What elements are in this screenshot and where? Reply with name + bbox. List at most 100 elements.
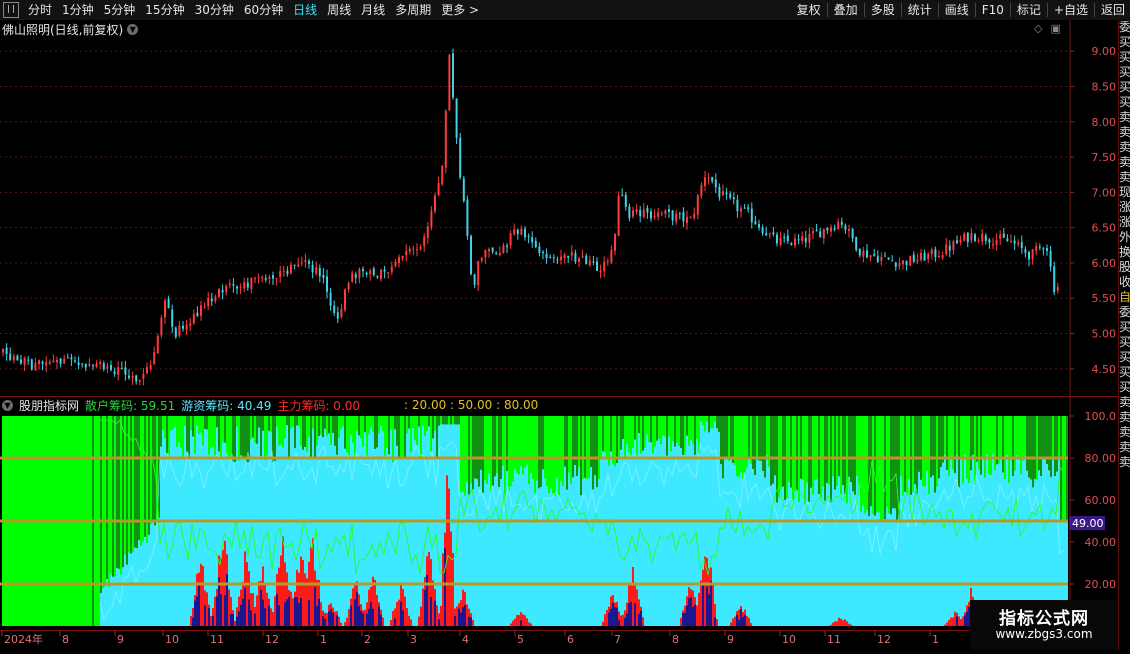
main-force-core-bar (370, 601, 372, 626)
hot-money-bar (414, 439, 416, 626)
candle-body (754, 221, 757, 225)
hot-money-bar (568, 472, 570, 626)
hot-money-bar (682, 454, 684, 626)
candle-body (938, 256, 940, 258)
candle-body (999, 234, 1002, 239)
candle-body (912, 254, 915, 262)
toolbar-button-7[interactable]: 标记 (1012, 0, 1046, 20)
candle-body (707, 177, 710, 179)
date-tick-label: 6 (567, 633, 574, 646)
tab-1[interactable]: 分时 (23, 0, 57, 20)
toolbar-button-4[interactable]: 统计 (903, 0, 937, 20)
candle-body (466, 199, 469, 236)
hot-money-bar (918, 471, 920, 626)
hot-money-bar (678, 445, 680, 626)
tab-2[interactable]: 1分钟 (57, 0, 99, 20)
toolbar-button-8[interactable]: +自选 (1049, 0, 1093, 20)
candle-body (84, 363, 87, 368)
candle-body (639, 210, 642, 217)
main-force-bar (390, 620, 392, 626)
price-tick-label: 7.00 (1092, 186, 1117, 199)
toolbar-divider (937, 3, 939, 17)
candle-body (351, 272, 354, 282)
candle-body (264, 278, 267, 280)
tab-10[interactable]: 多周期 (390, 0, 436, 20)
tab-3[interactable]: 5分钟 (99, 0, 141, 20)
candle-body (268, 276, 271, 279)
candle-body (38, 360, 40, 365)
main-force-bar (846, 621, 848, 626)
period-tabs: 分时 1分钟 5分钟 15分钟 30分钟 60分钟 日线 周线 月线 多周期 更多 > (0, 0, 484, 20)
candle-body (628, 206, 631, 219)
candle-body (621, 195, 624, 197)
tab-7[interactable]: 日线 (288, 0, 322, 20)
diamond-icon[interactable]: ◇ (1034, 22, 1042, 35)
candle-body (437, 182, 440, 196)
main-force-bar (842, 620, 844, 626)
candle-body (214, 296, 217, 302)
tab-5[interactable]: 30分钟 (190, 0, 239, 20)
toolbar-button-2[interactable]: 叠加 (829, 0, 863, 20)
candle-body (966, 232, 969, 242)
candle-body (588, 260, 591, 266)
kline-chart[interactable]: 9.00 8.50 8.00 7.50 7.00 6.50 6.00 5.50 5.00 4.50 (0, 20, 1118, 396)
candle-body (815, 230, 818, 232)
tab-11[interactable]: 更多 > (436, 0, 484, 20)
candle-body (768, 233, 771, 235)
tab-6[interactable]: 60分钟 (239, 0, 288, 20)
toolbar-button-9[interactable]: 返回 (1096, 0, 1130, 20)
candle-body (455, 98, 458, 138)
main-force-core-bar (430, 596, 432, 626)
toolbar-button-5[interactable]: 画线 (940, 0, 974, 20)
main-force-core-bar (608, 612, 610, 626)
hot-money-bar (854, 494, 856, 626)
hot-money-bar (378, 433, 380, 626)
main-force-bar (526, 618, 528, 626)
main-force-core-bar (380, 614, 382, 626)
main-force-bar (840, 618, 842, 626)
hot-money-bar (342, 426, 344, 626)
chevron-down-icon[interactable]: ▼ (127, 23, 139, 35)
main-force-core-bar (318, 598, 320, 626)
hot-money-bar (722, 478, 724, 626)
main-force-bar (406, 608, 408, 626)
candle-body (646, 208, 649, 213)
main-chart-bg (0, 20, 1118, 396)
hot-money-bar (656, 440, 658, 626)
candle-body (819, 231, 822, 238)
candle-body (675, 213, 678, 222)
main-force-core-bar (216, 596, 218, 626)
candle-body (1053, 266, 1056, 293)
candle-body (441, 165, 444, 185)
candle-body (606, 260, 609, 262)
layout-menu-icon[interactable] (3, 2, 19, 18)
toolbar-divider (1093, 3, 1095, 17)
hot-money-bar (106, 579, 108, 626)
hot-money-bar (728, 460, 730, 626)
hot-money-bar (676, 442, 678, 626)
main-force-core-bar (226, 574, 228, 626)
date-axis: 2024年 8 9 10 11 12 1 2 3 4 5 6 7 8 9 10 11 12 1 (0, 622, 1068, 650)
toolbar-button-6[interactable]: F10 (977, 0, 1009, 20)
main-force-core-bar (276, 593, 278, 626)
candle-body (552, 257, 555, 259)
tab-9[interactable]: 月线 (356, 0, 390, 20)
candle-body (113, 371, 116, 374)
main-force-core-bar (260, 589, 262, 626)
tab-4[interactable]: 15分钟 (140, 0, 189, 20)
hot-money-bar (210, 448, 212, 626)
window-icon[interactable]: ▣ (1050, 22, 1060, 35)
quote-panel-label: 外 (1119, 230, 1130, 244)
toolbar-button-1[interactable]: 复权 (792, 0, 826, 20)
hot-money-bar (848, 476, 850, 626)
main-force-bar (510, 623, 512, 626)
main-force-core-bar (630, 601, 632, 626)
main-force-core-bar (438, 619, 440, 626)
tab-8[interactable]: 周线 (322, 0, 356, 20)
candle-body (398, 257, 400, 263)
indicator-chart[interactable]: 100.0 80.00 60.00 40.00 20.00 49.00 (0, 396, 1118, 630)
candle-body (394, 261, 397, 267)
toolbar-button-3[interactable]: 多股 (866, 0, 900, 20)
chevron-down-icon[interactable]: ▼ (2, 399, 13, 411)
main-force-bar (452, 553, 454, 626)
